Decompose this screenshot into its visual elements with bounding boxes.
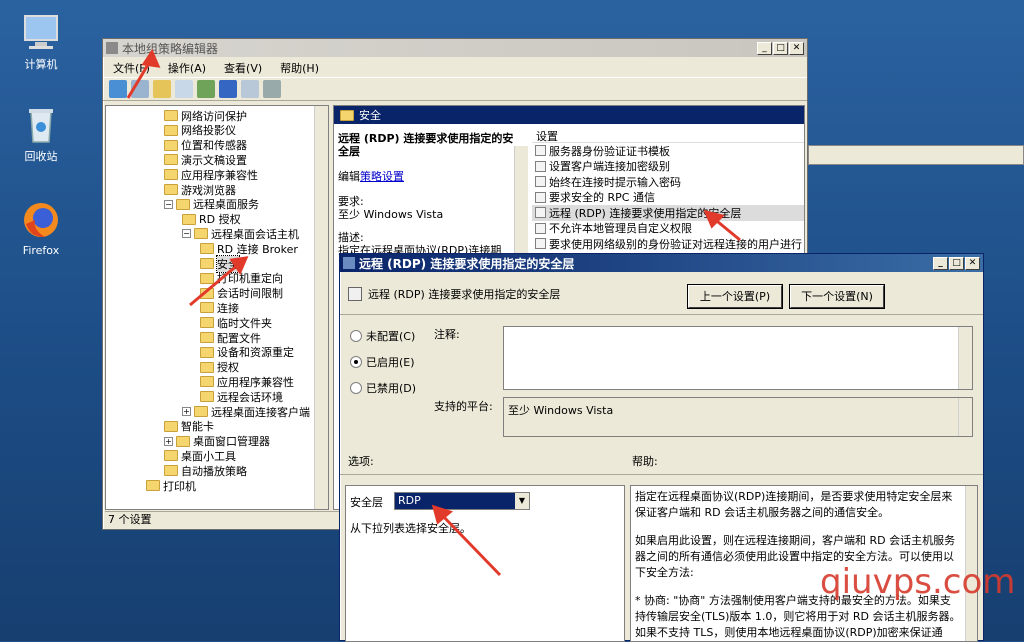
annotation-arrow xyxy=(438,511,502,577)
annotation-arrowhead xyxy=(141,48,161,68)
annotation-arrow xyxy=(189,261,241,307)
watermark-text: qiuvps.com xyxy=(820,562,1016,602)
annotation-arrows xyxy=(126,48,741,577)
